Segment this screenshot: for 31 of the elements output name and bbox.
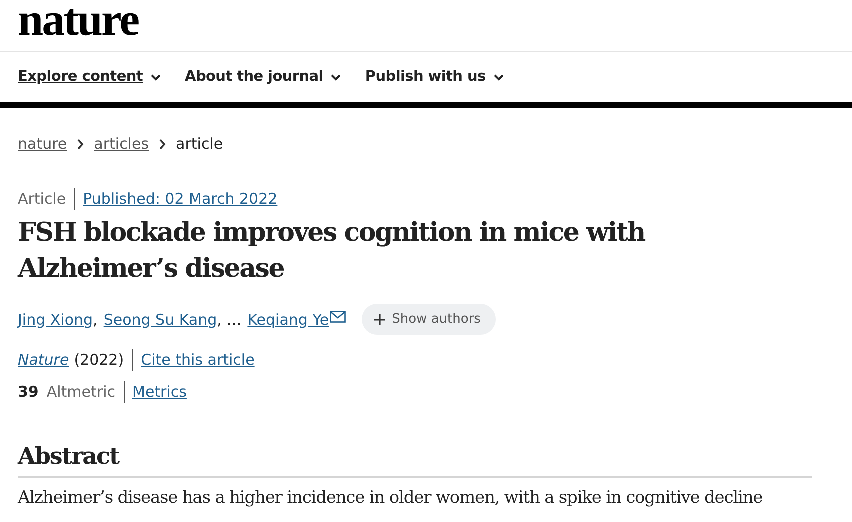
nav-menu-item[interactable]: About the journal <box>185 69 342 85</box>
nature-logo[interactable]: nature <box>18 0 138 51</box>
author-separator: , <box>93 310 98 328</box>
journal-link[interactable]: Nature <box>18 351 70 369</box>
chevron-icon <box>159 138 166 150</box>
nav-menu-item[interactable]: Publish with us <box>365 69 504 85</box>
author-link[interactable]: Jing Xiong <box>18 310 94 328</box>
author-link[interactable]: Seong Su Kang <box>104 310 218 328</box>
chevron-icon <box>77 138 84 150</box>
publication-year: (2022) <box>74 351 124 369</box>
article-title: FSH blockade improves cognition in mice with Alzheimer’s disease <box>18 217 646 286</box>
author-link[interactable]: Keqiang Ye <box>248 310 330 328</box>
altmetric-score: 39 <box>18 383 39 401</box>
caret-icon <box>151 74 162 80</box>
cite-article-link[interactable]: Cite this article <box>141 351 255 369</box>
show-authors-button[interactable]: Show authors <box>362 304 496 335</box>
metrics-link[interactable]: Metrics <box>132 383 187 401</box>
caret-icon <box>494 74 504 80</box>
abstract-heading: Abstract <box>18 443 812 478</box>
breadcrumb-link[interactable]: nature <box>18 135 68 153</box>
published-date-link[interactable]: Published: 02 March 2022 <box>83 190 278 208</box>
article-type: Article <box>18 190 66 208</box>
caret-icon <box>331 74 342 80</box>
altmetric-label: Altmetric <box>46 383 116 401</box>
breadcrumb-current: article <box>176 135 224 153</box>
author-separator: , … <box>217 310 242 328</box>
envelope-icon[interactable] <box>330 310 346 322</box>
nav-menu-item[interactable]: Explore content <box>18 69 162 85</box>
abstract-text: Alzheimer’s disease has a higher incidence in older women, with a spike in cognitive decline <box>18 488 764 508</box>
breadcrumb-link[interactable]: articles <box>94 135 150 153</box>
plus-icon <box>374 314 386 326</box>
